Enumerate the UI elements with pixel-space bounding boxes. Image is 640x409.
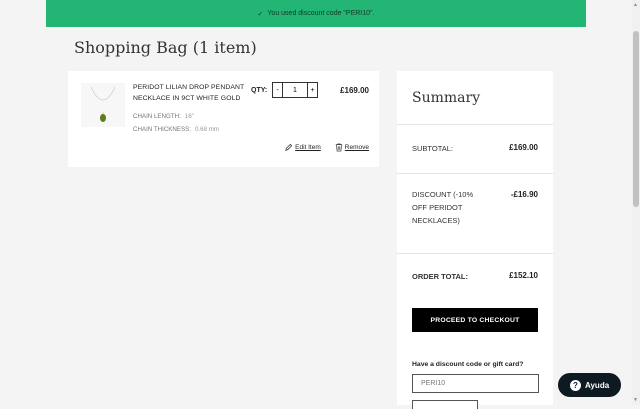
scroll-up-icon[interactable]: ▲ (633, 2, 638, 8)
order-total-label: ORDER TOTAL: (412, 272, 468, 281)
subtotal-value: £169.00 (509, 143, 538, 152)
quantity-stepper: - + (272, 82, 318, 98)
summary-title: Summary (412, 90, 481, 106)
product-name[interactable]: PERIDOT LILIAN DROP PENDANT NECKLACE IN … (133, 82, 248, 104)
discount-success-banner: ✓ You used discount code "PERI10". (46, 0, 586, 27)
help-button[interactable]: ? Ayuda (558, 373, 621, 397)
scroll-down-icon[interactable]: ▼ (633, 397, 638, 403)
divider (397, 173, 553, 174)
remove-label: Remove (344, 144, 369, 151)
banner-message: You used discount code "PERI10". (267, 10, 375, 17)
check-icon: ✓ (257, 10, 264, 18)
attr-value: 0.68 mm (195, 126, 220, 133)
pencil-icon (285, 143, 293, 151)
help-label: Ayuda (585, 380, 610, 390)
item-actions: Edit Item Remove (284, 143, 369, 152)
qty-decrease-button[interactable]: - (272, 82, 283, 98)
divider (397, 124, 553, 125)
discount-value: -£16.90 (510, 190, 538, 199)
divider (397, 253, 553, 254)
attr-value: 16" (184, 113, 194, 120)
order-total-value: £152.10 (509, 271, 538, 280)
product-image[interactable] (81, 83, 125, 127)
qty-label: QTY: (251, 87, 268, 94)
chain-length-attr: CHAIN LENGTH: 16" (133, 113, 194, 120)
item-price: £169.00 (340, 86, 369, 95)
attr-label: CHAIN THICKNESS: (133, 126, 191, 133)
proceed-to-checkout-button[interactable]: PROCEED TO CHECKOUT (412, 308, 538, 332)
help-icon: ? (570, 379, 581, 391)
discount-code-input[interactable] (412, 374, 539, 393)
qty-input[interactable] (283, 82, 307, 98)
necklace-icon (90, 86, 116, 122)
edit-item-link[interactable]: Edit Item (284, 143, 321, 152)
order-summary: Summary SUBTOTAL: £169.00 DISCOUNT (-10%… (397, 71, 553, 409)
remove-link[interactable]: Remove (335, 143, 369, 152)
scrollbar-thumb[interactable] (633, 31, 639, 207)
qty-increase-button[interactable]: + (307, 82, 318, 98)
trash-icon (335, 143, 342, 152)
chain-thickness-attr: CHAIN THICKNESS: 0.68 mm (133, 126, 219, 133)
discount-label: DISCOUNT (-10% OFF PERIDOT NECKLACES) (412, 190, 474, 225)
discount-code-prompt: Have a discount code or gift card? (412, 361, 524, 368)
subtotal-label: SUBTOTAL: (412, 144, 453, 153)
edit-item-label: Edit Item (295, 144, 321, 151)
cart-item: PERIDOT LILIAN DROP PENDANT NECKLACE IN … (68, 71, 379, 167)
page-title: Shopping Bag (1 item) (74, 38, 257, 57)
attr-label: CHAIN LENGTH: (133, 113, 181, 120)
